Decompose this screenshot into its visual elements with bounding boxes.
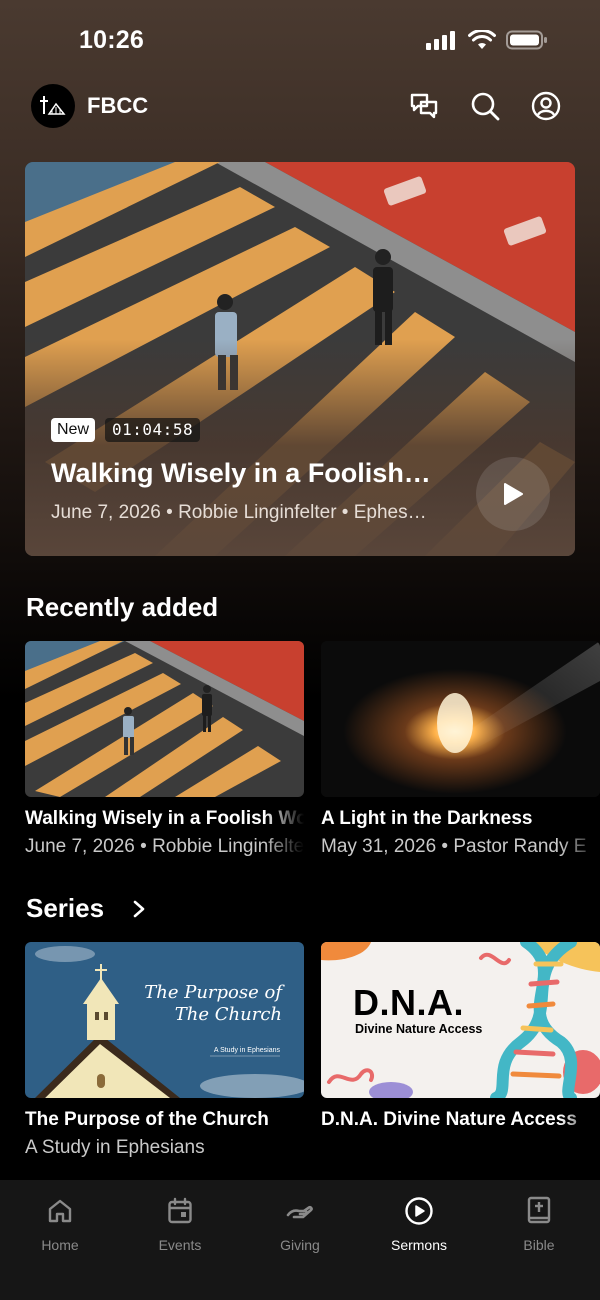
tab-giving[interactable]: Giving — [240, 1194, 360, 1253]
app-header: FBCC — [0, 82, 600, 130]
recent-title: A Light in the Darkness — [321, 808, 533, 829]
tab-label: Sermons — [390, 1237, 448, 1253]
wifi-icon — [468, 30, 496, 49]
recent-card[interactable]: Walking Wisely in a Foolish World June 7… — [25, 641, 304, 861]
calendar-icon — [163, 1194, 197, 1228]
series-art-title: The Purpose of The Church — [144, 982, 282, 1026]
tab-label: Bible — [523, 1237, 555, 1253]
recent-meta: June 7, 2026 • Robbie Linginfelter — [25, 836, 304, 857]
series-card[interactable]: The Purpose of The Church A Study in Eph… — [25, 942, 304, 1159]
play-icon — [504, 483, 523, 505]
signal-icon — [426, 31, 455, 50]
tab-label: Giving — [280, 1237, 320, 1253]
chat-icon[interactable] — [408, 90, 440, 122]
chevron-right-icon[interactable] — [130, 899, 148, 919]
status-icons — [426, 30, 548, 50]
search-icon[interactable] — [469, 90, 501, 122]
tab-bible[interactable]: Bible — [479, 1194, 599, 1253]
series-title: D.N.A. Divine Nature Access — [321, 1109, 577, 1130]
series-art-title: D.N.A. — [353, 982, 464, 1023]
duration-badge: 01:04:58 — [105, 418, 201, 442]
recent-meta: May 31, 2026 • Pastor Randy E — [321, 836, 587, 857]
tab-bar: Home Events Giving Sermons Bible — [0, 1180, 600, 1300]
series-art-subtitle: A Study in Ephesians — [213, 1047, 280, 1054]
new-badge: New — [51, 418, 96, 442]
recent-thumbnail — [25, 641, 304, 797]
series-title: The Purpose of the Church — [25, 1109, 269, 1130]
series-art-title-line: The Purpose of — [144, 982, 282, 1003]
hero-meta: June 7, 2026 • Robbie Linginfelter • Eph… — [51, 502, 427, 523]
tab-home[interactable]: Home — [0, 1194, 120, 1253]
app-name: FBCC — [87, 93, 149, 118]
featured-sermon-card[interactable]: New 01:04:58 Walking Wisely in a Foolish… — [25, 162, 575, 556]
tab-label: Events — [158, 1237, 202, 1253]
battery-icon — [506, 30, 547, 50]
play-circle-icon — [402, 1194, 436, 1228]
app: 10:26 FBCC New 01:04:58 Walking Wisely i… — [0, 0, 600, 1300]
recent-card[interactable]: A Light in the Darkness May 31, 2026 • P… — [321, 641, 600, 861]
tab-label: Home — [41, 1237, 79, 1253]
series-artwork: The Purpose of The Church A Study in Eph… — [25, 942, 304, 1098]
series-art-subtitle: Divine Nature Access — [355, 1022, 483, 1036]
tab-sermons[interactable]: Sermons — [359, 1194, 479, 1253]
profile-icon[interactable] — [530, 90, 562, 122]
home-icon — [43, 1194, 77, 1228]
giving-icon — [283, 1194, 317, 1228]
bible-icon — [522, 1194, 556, 1228]
recent-thumbnail — [321, 641, 600, 797]
status-bar: 10:26 — [0, 0, 600, 82]
status-time: 10:26 — [79, 26, 144, 54]
series-artwork: D.N.A. Divine Nature Access — [321, 942, 600, 1098]
tab-events[interactable]: Events — [120, 1194, 240, 1253]
series-art-title-line: The Church — [174, 1004, 282, 1025]
recent-title: Walking Wisely in a Foolish World — [25, 808, 304, 829]
series-subtitle: A Study in Ephesians — [25, 1137, 205, 1158]
play-button[interactable] — [476, 457, 550, 531]
recently-added-heading: Recently added — [26, 592, 219, 622]
logo-icon[interactable] — [31, 84, 75, 128]
series-heading[interactable]: Series — [26, 893, 104, 924]
hero-title: Walking Wisely in a Foolish… — [51, 458, 431, 488]
hero-badges: New 01:04:58 — [51, 418, 201, 442]
series-card[interactable]: D.N.A. Divine Nature Access D.N.A. Divin… — [321, 942, 600, 1162]
